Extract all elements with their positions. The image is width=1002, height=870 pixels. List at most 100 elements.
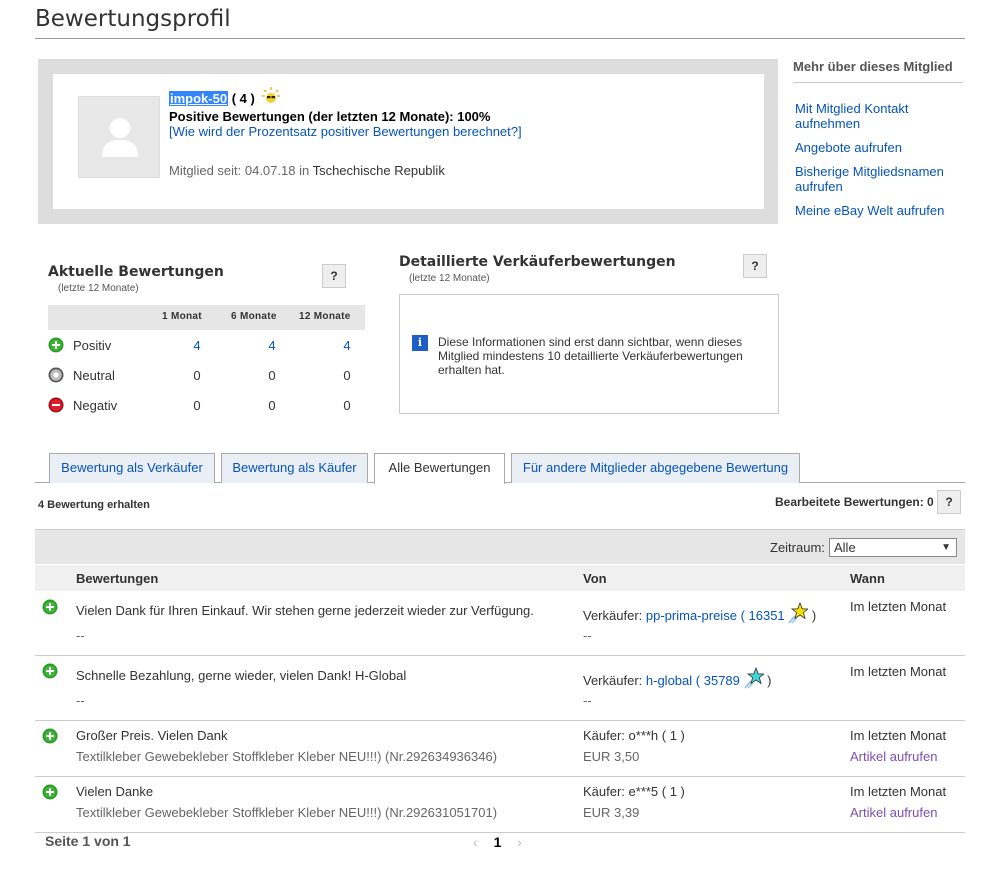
member-country: Tschechische Republik (312, 163, 445, 178)
feedback-price: EUR 3,39 (583, 805, 640, 820)
feedback-comment: Vielen Danke (76, 784, 154, 799)
contact-member-link[interactable]: Mit Mitglied Kontakt aufnehmen (795, 101, 960, 131)
feedback-when: Im letzten Monat (850, 784, 947, 799)
feedback-from: Käufer: e***5 ( 1 ) (583, 784, 685, 799)
tab-all-feedback[interactable]: Alle Bewertungen (374, 453, 505, 484)
positive-6-months-value[interactable]: 4 (262, 338, 282, 353)
minus-circle-icon (48, 397, 64, 416)
current-ratings-title: Aktuelle Bewertungen (48, 264, 224, 280)
from-score-link[interactable]: ( 16351 (741, 608, 785, 623)
detailed-ratings-title: Detaillierte Verkäuferbewertungen (399, 254, 676, 270)
feedback-from-sub: -- (583, 628, 592, 643)
tab-feedback-left-for-others[interactable]: Für andere Mitglieder abgegebene Bewertu… (511, 453, 800, 483)
detailed-ratings-info-box: i Diese Informationen sind erst dann sic… (399, 294, 779, 414)
side-panel-title: Mehr über dieses Mitglied (793, 59, 953, 74)
from-user-link[interactable]: h-global (646, 673, 692, 688)
processed-feedback-help-button[interactable]: ? (937, 490, 961, 514)
feedback-item: -- (76, 693, 85, 708)
view-item-link[interactable]: Artikel aufrufen (850, 805, 937, 820)
ratings-table-header: 1 Monat 6 Monate 12 Monate (48, 305, 365, 330)
feedback-price: EUR 3,50 (583, 749, 640, 764)
header-when: Wann (850, 571, 885, 586)
title-divider (35, 38, 965, 39)
member-since: Mitglied seit: 04.07.18 in Tschechische … (169, 163, 445, 178)
previous-names-link[interactable]: Bisherige Mitgliedsnamen aufrufen (795, 164, 960, 194)
chevron-right-icon[interactable]: › (517, 834, 522, 850)
page-number-current[interactable]: 1 (494, 834, 502, 850)
detailed-ratings-info-text: Diese Informationen sind erst dann sicht… (438, 335, 743, 377)
plus-circle-icon (42, 599, 58, 618)
current-ratings-help-button[interactable]: ? (322, 264, 346, 288)
from-score: 16351 (748, 608, 785, 623)
positive-12-months-value[interactable]: 4 (337, 338, 357, 353)
plus-circle-icon (48, 337, 64, 356)
plus-circle-icon (42, 663, 58, 682)
rating-row-negative: Negativ 0 0 0 (48, 390, 365, 420)
col-1-month: 1 Monat (162, 311, 202, 322)
view-listings-link[interactable]: Angebote aufrufen (795, 140, 960, 155)
from-score-link[interactable]: ( 35789 (696, 673, 740, 688)
feedback-comment: Vielen Dank für Ihren Einkauf. Wir stehe… (76, 603, 534, 618)
side-panel-divider (793, 82, 963, 83)
info-icon: i (412, 335, 428, 351)
current-ratings-subtitle: (letzte 12 Monate) (58, 283, 139, 294)
plus-circle-icon (42, 728, 58, 747)
page-title: Bewertungsprofil (35, 6, 231, 32)
from-user-link[interactable]: pp-prima-preise (646, 608, 737, 623)
filter-bar: Zeitraum: Alle ▼ (35, 529, 965, 564)
feedback-item: Textilkleber Gewebekleber Stoffkleber Kl… (76, 749, 498, 764)
view-item-link[interactable]: Artikel aufrufen (850, 749, 937, 764)
positive-1-month-value[interactable]: 4 (187, 338, 207, 353)
table-row: Großer Preis. Vielen Dank Textilkleber G… (35, 721, 965, 777)
from-prefix: Verkäufer: (583, 608, 643, 623)
feedback-when: Im letzten Monat (850, 728, 947, 743)
feedback-from-sub: -- (583, 693, 592, 708)
negative-1-month-value: 0 (193, 398, 201, 413)
feedback-from: Verkäufer: h-global ( 35789 ) (583, 666, 771, 692)
detailed-ratings-help-button[interactable]: ? (743, 254, 767, 278)
tab-buyer-feedback[interactable]: Bewertung als Käufer (221, 453, 368, 483)
rating-label-neutral: Neutral (73, 368, 115, 383)
turquoise-shooting-star-icon[interactable] (743, 666, 765, 692)
avatar (78, 96, 160, 178)
col-12-months: 12 Monate (299, 311, 351, 322)
neutral-1-month-value: 0 (193, 368, 201, 383)
detailed-ratings-subtitle: (letzte 12 Monate) (409, 273, 490, 284)
feedback-comment: Großer Preis. Vielen Dank (76, 728, 228, 743)
user-silhouette-icon (102, 118, 138, 157)
timeframe-select[interactable]: Alle ▼ (829, 538, 957, 557)
profile-card: impok-50 ( 4 ) Positive Bewertungen (der… (38, 59, 778, 224)
user-line: impok-50 ( 4 ) (169, 87, 281, 108)
negative-12-months-value: 0 (343, 398, 351, 413)
tab-seller-feedback[interactable]: Bewertung als Verkäufer (49, 453, 215, 483)
username-link[interactable]: impok-50 (169, 91, 229, 106)
rating-row-positive: Positiv 4 4 4 (48, 330, 365, 360)
from-prefix: Verkäufer: (583, 673, 643, 688)
neutral-12-months-value: 0 (343, 368, 351, 383)
yellow-shooting-star-icon[interactable] (788, 601, 810, 627)
table-row: Vielen Danke Textilkleber Gewebekleber S… (35, 777, 965, 833)
feedback-table-header: Bewertungen Von Wann (35, 565, 965, 591)
new-member-sunglasses-icon[interactable] (262, 87, 281, 108)
chevron-left-icon[interactable]: ‹ (473, 834, 478, 850)
feedback-comment: Schnelle Bezahlung, gerne wieder, vielen… (76, 668, 407, 683)
feedback-score: ( 4 ) (231, 91, 255, 106)
timeframe-selected: Alle (834, 540, 856, 555)
table-row: Schnelle Bezahlung, gerne wieder, vielen… (35, 656, 965, 721)
feedback-when: Im letzten Monat (850, 599, 947, 614)
dropdown-arrow-icon: ▼ (941, 542, 951, 553)
table-row: Vielen Dank für Ihren Einkauf. Wir stehe… (35, 591, 965, 656)
header-feedback: Bewertungen (76, 571, 159, 586)
rating-label-positive: Positiv (73, 338, 112, 353)
positive-percentage: Positive Bewertungen (der letzten 12 Mon… (169, 109, 491, 124)
feedback-received-count: 4 Bewertung erhalten (38, 499, 150, 511)
pagination: ‹ 1 › (473, 834, 522, 850)
negative-6-months-value: 0 (268, 398, 276, 413)
neutral-circle-icon (48, 367, 64, 386)
from-score: 35789 (703, 673, 740, 688)
header-from: Von (583, 571, 607, 586)
my-ebay-world-link[interactable]: Meine eBay Welt aufrufen (795, 203, 960, 218)
feedback-when: Im letzten Monat (850, 664, 947, 679)
how-calculated-link[interactable]: [Wie wird der Prozentsatz positiver Bewe… (169, 124, 522, 139)
profile-card-inner: impok-50 ( 4 ) Positive Bewertungen (der… (53, 74, 764, 209)
